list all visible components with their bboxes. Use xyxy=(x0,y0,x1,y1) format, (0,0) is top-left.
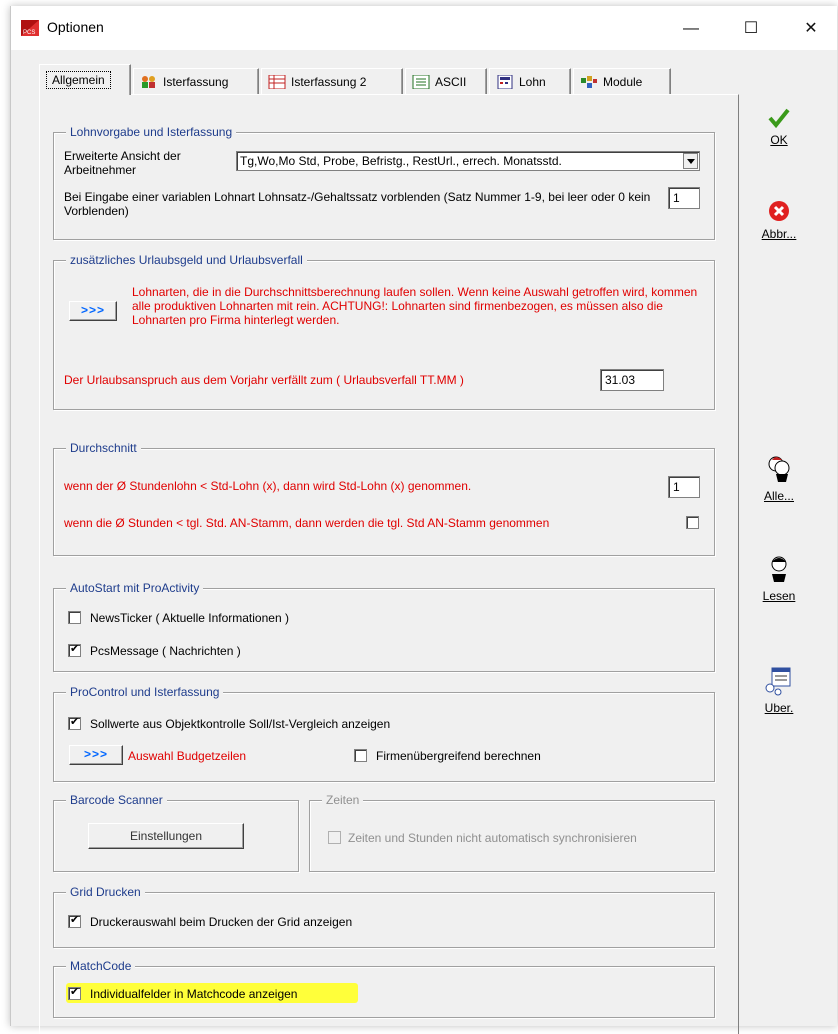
tab-module[interactable]: Module xyxy=(573,68,671,94)
title-bar: PCS Optionen — ☐ ✕ xyxy=(11,6,837,50)
pcsmessage-label[interactable]: PcsMessage ( Nachrichten ) xyxy=(90,644,241,658)
user-read-icon xyxy=(771,556,787,582)
lohnarten-text: Lohnarten, die in die Durchschnittsberec… xyxy=(132,285,698,327)
ok-label: OK xyxy=(770,133,788,147)
uebernehmen-button[interactable]: Uber. xyxy=(749,666,809,715)
app-logo-icon: PCS xyxy=(21,20,39,36)
verfall-label: Der Urlaubsanspruch aus dem Vorjahr verf… xyxy=(64,373,464,387)
lesen-label: Lesen xyxy=(762,589,796,603)
tab-isterfassung-2[interactable]: Isterfassung 2 xyxy=(261,68,403,94)
tab-label: Isterfassung xyxy=(163,74,229,89)
sollwerte-checkbox[interactable] xyxy=(68,715,81,730)
group-zeiten: Zeiten Zeiten und Stunden nicht automati… xyxy=(309,793,715,872)
group-legend: Zeiten xyxy=(322,793,364,807)
tab-label: Module xyxy=(603,74,643,89)
uber-label: Uber. xyxy=(764,701,794,715)
group-lohnvorgabe: Lohnvorgabe und Isterfassung Erweiterte … xyxy=(53,125,715,240)
list-icon xyxy=(412,74,430,89)
ok-button[interactable]: OK xyxy=(749,108,809,147)
group-procontrol: ProControl und Isterfassung Sollwerte au… xyxy=(53,685,715,782)
drucker-checkbox[interactable] xyxy=(68,913,81,928)
chevron-down-icon[interactable] xyxy=(683,153,698,169)
tab-isterfassung[interactable]: Isterfassung xyxy=(133,68,259,94)
ansicht-label: Erweiterte Ansicht der Arbeitnehmer xyxy=(64,149,181,177)
abbr-label: Abbr... xyxy=(761,227,797,241)
vorblenden-label: Bei Eingabe einer variablen Lohnart Lohn… xyxy=(64,190,651,218)
lohnarten-select-button[interactable]: >>> xyxy=(69,301,117,321)
close-button[interactable]: ✕ xyxy=(791,14,831,44)
stundenlohn-input[interactable]: 1 xyxy=(668,476,700,498)
group-autostart: AutoStart mit ProActivity NewsTicker ( A… xyxy=(53,581,715,672)
pcsmessage-checkbox[interactable] xyxy=(68,642,81,657)
stundenlohn-label: wenn der Ø Stundenlohn < Std-Lohn (x), d… xyxy=(64,479,472,493)
cancel-icon xyxy=(769,201,789,221)
firmen-checkbox[interactable] xyxy=(354,749,367,762)
tab-ascii[interactable]: ASCII xyxy=(405,68,487,94)
group-barcode: Barcode Scanner Einstellungen xyxy=(53,793,299,872)
group-urlaub: zusätzliches Urlaubsgeld und Urlaubsverf… xyxy=(53,253,715,410)
alle-button[interactable]: Alle... xyxy=(749,454,809,503)
modules-icon xyxy=(581,75,597,88)
newsticker-label[interactable]: NewsTicker ( Aktuelle Informationen ) xyxy=(90,611,289,625)
budget-select-button[interactable]: >>> xyxy=(69,745,123,765)
transfer-icon xyxy=(765,667,791,696)
newsticker-checkbox[interactable] xyxy=(68,611,81,624)
individual-label[interactable]: Individualfelder in Matchcode anzeigen xyxy=(90,987,297,1001)
vorblenden-input[interactable]: 1 xyxy=(668,187,700,209)
checkmark-icon xyxy=(768,108,790,129)
group-legend: Durchschnitt xyxy=(66,441,141,455)
individual-checkbox[interactable] xyxy=(68,985,81,1000)
tab-allgemein[interactable]: Allgemein xyxy=(39,64,131,95)
verfall-input[interactable]: 31.03 xyxy=(600,369,664,391)
ansicht-value: Tg,Wo,Mo Std, Probe, Befristg., RestUrl.… xyxy=(240,154,562,168)
grid-icon xyxy=(268,74,286,89)
lesen-button[interactable]: Lesen xyxy=(749,554,809,603)
group-legend: Lohnvorgabe und Isterfassung xyxy=(66,125,237,139)
group-durchschnitt: Durchschnitt wenn der Ø Stundenlohn < St… xyxy=(53,441,715,556)
alle-label: Alle... xyxy=(763,489,794,503)
abbrechen-button[interactable]: Abbr... xyxy=(749,200,809,241)
group-legend: ProControl und Isterfassung xyxy=(66,685,224,699)
group-legend: Grid Drucken xyxy=(66,885,145,899)
stunden-label: wenn die Ø Stunden < tgl. Std. AN-Stamm,… xyxy=(64,516,550,530)
tab-label: ASCII xyxy=(435,74,467,89)
einstellungen-button[interactable]: Einstellungen xyxy=(88,823,244,849)
calculator-icon xyxy=(497,74,513,89)
group-legend: zusätzliches Urlaubsgeld und Urlaubsverf… xyxy=(66,253,307,267)
maximize-button[interactable]: ☐ xyxy=(731,14,771,44)
drucker-label[interactable]: Druckerauswahl beim Drucken der Grid anz… xyxy=(90,915,352,929)
sync-checkbox[interactable] xyxy=(328,831,341,844)
group-legend: MatchCode xyxy=(66,959,136,973)
stunden-checkbox[interactable] xyxy=(686,516,699,529)
sollwerte-label[interactable]: Sollwerte aus Objektkontrolle Soll/Ist-V… xyxy=(90,717,390,731)
window-title: Optionen xyxy=(47,19,104,35)
options-window: PCS Optionen — ☐ ✕ Allgemein Isterfassun… xyxy=(10,6,837,1034)
tab-label: Isterfassung 2 xyxy=(291,74,367,89)
sync-label[interactable]: Zeiten und Stunden nicht automatisch syn… xyxy=(348,831,637,845)
budget-label: Auswahl Budgetzeilen xyxy=(128,749,247,763)
minimize-button[interactable]: — xyxy=(671,14,711,44)
users-icon xyxy=(768,456,790,482)
group-matchcode: MatchCode Individualfelder in Matchcode … xyxy=(53,959,715,1018)
tab-label: Allgemein xyxy=(46,71,111,89)
group-legend: AutoStart mit ProActivity xyxy=(66,581,204,595)
tab-label: Lohn xyxy=(519,74,546,89)
firmen-label[interactable]: Firmenübergreifend berechnen xyxy=(376,749,541,763)
people-icon xyxy=(142,75,155,88)
ansicht-select[interactable]: Tg,Wo,Mo Std, Probe, Befristg., RestUrl.… xyxy=(236,151,700,171)
svg-text:PCS: PCS xyxy=(23,30,35,36)
tab-lohn[interactable]: Lohn xyxy=(489,68,571,94)
group-legend: Barcode Scanner xyxy=(66,793,167,807)
group-grid: Grid Drucken Druckerauswahl beim Drucken… xyxy=(53,885,715,948)
